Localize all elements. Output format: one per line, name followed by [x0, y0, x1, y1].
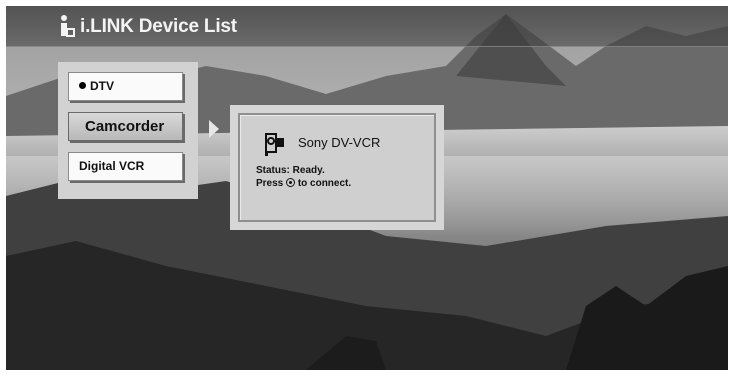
title-bar: i.LINK Device List	[6, 6, 728, 47]
device-item-label: Digital VCR	[79, 159, 145, 173]
device-info-inner: Sony DV-VCR Status: Ready. Press to conn…	[238, 113, 436, 222]
camcorder-icon	[265, 133, 284, 156]
arrow-right-icon	[209, 120, 219, 138]
device-item-dtv[interactable]: DTV	[68, 72, 183, 101]
device-item-camcorder[interactable]: Camcorder	[68, 112, 183, 141]
device-item-label: Camcorder	[85, 118, 165, 135]
page-title: i.LINK Device List	[80, 16, 237, 37]
enter-button-icon	[286, 178, 296, 187]
press-prefix: Press	[256, 178, 284, 189]
ilink-icon	[61, 15, 75, 37]
device-info-panel: Sony DV-VCR Status: Ready. Press to conn…	[230, 105, 444, 230]
tv-screen: i.LINK Device List DTV Camcorder Digital…	[6, 6, 728, 370]
device-list: DTV Camcorder Digital VCR	[58, 62, 198, 199]
device-item-digital-vcr[interactable]: Digital VCR	[68, 152, 183, 181]
press-suffix: to connect.	[297, 178, 352, 189]
device-item-label: DTV	[90, 79, 114, 93]
device-name: Sony DV-VCR	[298, 135, 381, 150]
selected-bullet-icon	[79, 82, 86, 89]
status-text: Status: Ready.	[256, 165, 325, 176]
press-instruction: Press to connect.	[256, 178, 351, 190]
